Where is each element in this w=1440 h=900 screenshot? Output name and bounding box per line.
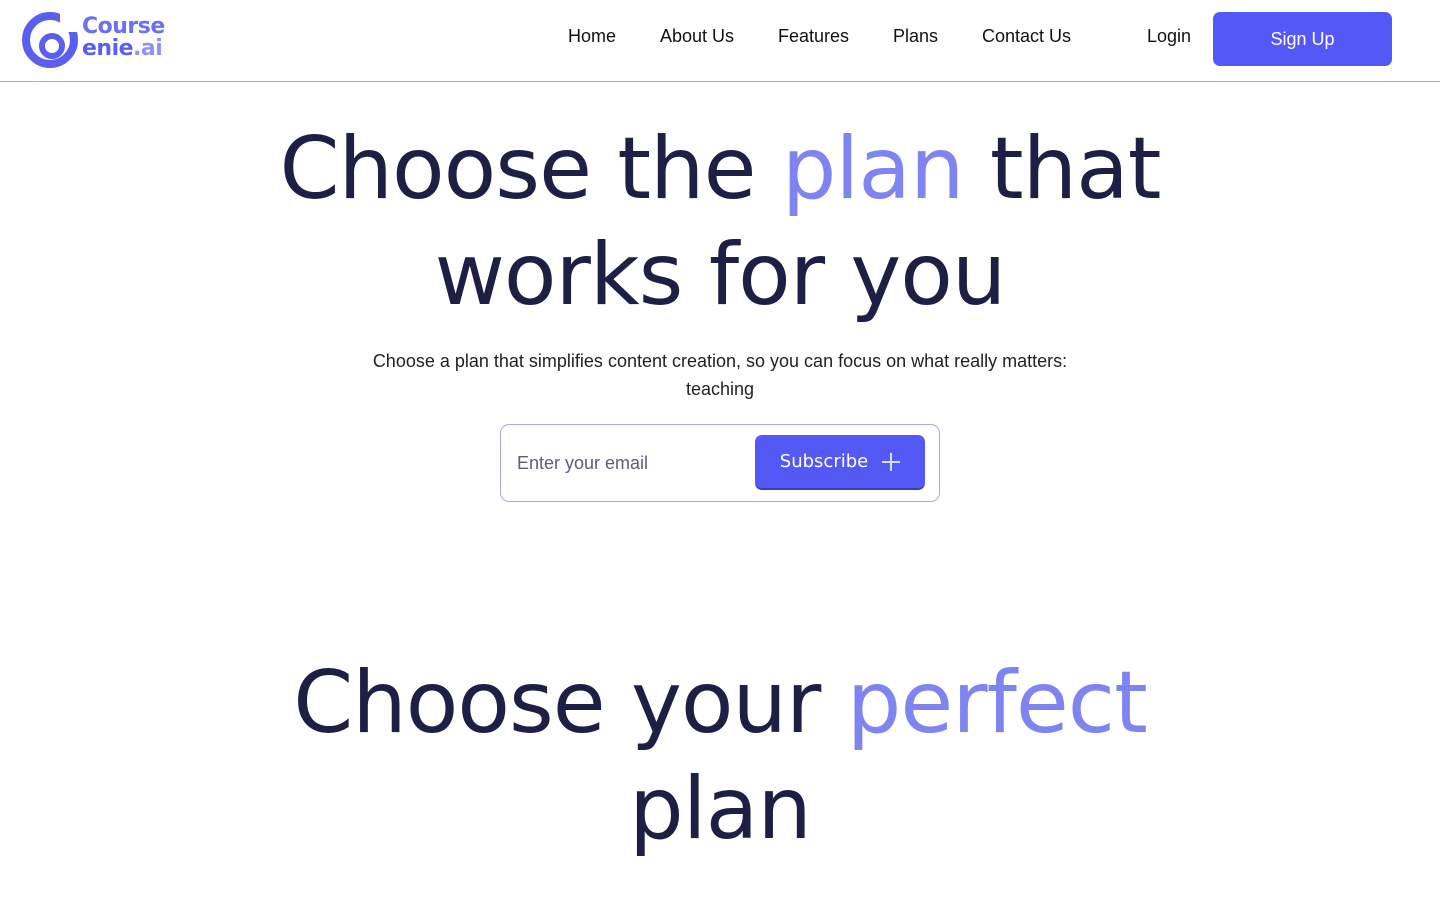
- hero-title-part1: Choose the: [279, 119, 782, 219]
- subscribe-button-label: Subscribe: [779, 451, 869, 472]
- plans-title-accent: perfect: [846, 653, 1148, 753]
- nav-item-features[interactable]: Features: [778, 26, 849, 47]
- brand-logo[interactable]: Course enie.ai: [22, 10, 172, 70]
- plans-title-line2: plan: [629, 759, 812, 859]
- plus-icon: [882, 452, 901, 471]
- subscribe-button[interactable]: Subscribe: [755, 435, 925, 490]
- nav-item-contact-us[interactable]: Contact Us: [982, 26, 1071, 47]
- signup-button[interactable]: Sign Up: [1213, 12, 1392, 66]
- hero-title-line2: works for you: [434, 225, 1007, 325]
- login-link[interactable]: Login: [1147, 26, 1191, 47]
- plans-title-part1: Choose your: [293, 653, 847, 753]
- brand-logo-icon: [22, 12, 82, 68]
- nav-item-plans[interactable]: Plans: [893, 26, 938, 47]
- nav-item-home[interactable]: Home: [568, 26, 616, 47]
- hero-title: Choose the plan that works for you: [0, 116, 1440, 328]
- brand-name-suffix: .ai: [133, 36, 163, 61]
- brand-name-line2-text: enie: [82, 36, 134, 61]
- hero-subtitle: Choose a plan that simplifies content cr…: [372, 351, 1068, 399]
- brand-name-line1: Course: [82, 14, 165, 39]
- hero-title-part2: that: [963, 119, 1162, 219]
- brand-logo-text: Course enie.ai: [82, 16, 165, 60]
- subscribe-form: Subscribe: [500, 424, 940, 502]
- nav-item-about-us[interactable]: About Us: [660, 26, 734, 47]
- email-input[interactable]: [517, 445, 745, 481]
- hero-title-accent: plan: [781, 119, 965, 219]
- site-header: Course enie.ai Home About Us Features Pl…: [0, 0, 1440, 82]
- plans-title: Choose your perfect plan: [0, 650, 1440, 862]
- brand-name-line2: enie.ai: [82, 38, 165, 60]
